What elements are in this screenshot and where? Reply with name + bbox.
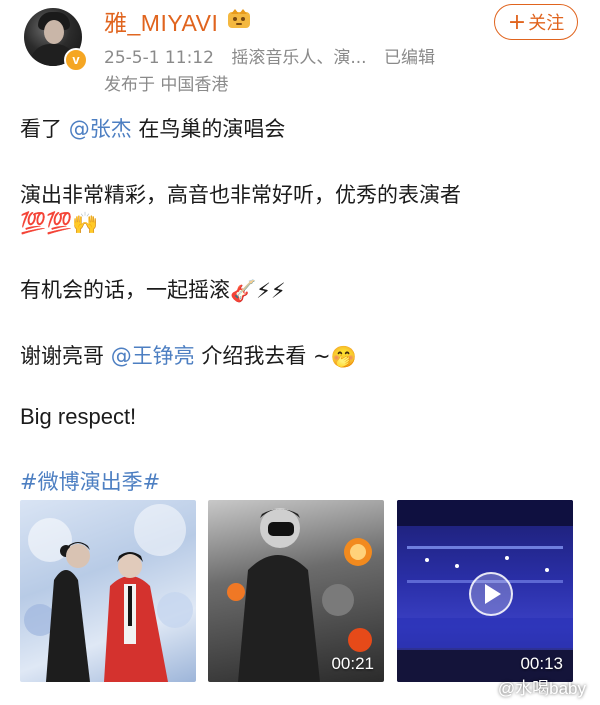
avatar-face [44,20,64,44]
media-thumbnail-image[interactable] [20,500,196,682]
crown-icon [228,9,250,28]
post-location: 发布于 中国香港 [104,75,229,95]
hundred-points-icon: 💯 [46,210,73,235]
content-line-2: 演出非常精彩，高音也非常好听，优秀的表演者 [20,183,461,207]
text-segment: 在鸟巢的演唱会 [131,117,286,141]
post-header: v 雅_MIYAVI 25-5-1 11:12 摇滚音乐人、演... 已编辑 发… [0,0,600,100]
content-line-6: Big respect! [20,404,137,429]
media-thumbnail-video[interactable]: 00:13 [397,500,573,682]
video-duration: 00:21 [331,654,374,673]
guitar-icon: 🎸 [230,278,257,303]
blushing-face-icon: 🤭 [330,344,357,369]
play-icon[interactable] [469,572,513,616]
text-segment: 有机会的话，一起摇滚 [20,278,230,302]
text-segment: 谢谢亮哥 [20,344,111,368]
raised-hands-icon: 🙌 [72,210,99,235]
post-meta: 25-5-1 11:12 摇滚音乐人、演... 已编辑 [104,43,447,68]
follow-label: 关注 [528,13,565,34]
mention-link[interactable]: @张杰 [69,117,132,141]
v-badge-icon: v [64,48,88,72]
hashtag-link[interactable]: #微博演出季# [20,466,160,496]
follow-button[interactable]: + 关注 [494,4,578,40]
content-line-5: 谢谢亮哥 @王铮亮 介绍我去看 ~🤭 [20,340,357,370]
plus-icon: + [507,10,527,35]
edited-label[interactable]: 已编辑 [384,48,435,68]
text-segment: 看了 [20,117,69,141]
video-duration: 00:13 [520,654,563,673]
text-segment: 介绍我去看 ~ [194,344,331,368]
username[interactable]: 雅_MIYAVI [104,4,218,38]
lightning-icon: ⚡ [270,279,286,303]
lightning-icon: ⚡ [256,279,271,303]
watermark: @水喝baby [497,679,586,698]
hundred-points-icon: 💯 [20,210,47,235]
media-thumbnail-video[interactable]: 00:21 [208,500,384,682]
content-line-3: 💯💯🙌 [20,210,98,236]
content-line-1: 看了 @张杰 在鸟巢的演唱会 [20,113,285,143]
photo-illustration [24,504,193,682]
post-time: 25-5-1 11:12 [104,48,214,68]
post-source[interactable]: 摇滚音乐人、演... [231,48,366,68]
mention-link[interactable]: @王铮亮 [111,344,195,368]
content-line-4: 有机会的话，一起摇滚🎸⚡⚡ [20,274,286,304]
